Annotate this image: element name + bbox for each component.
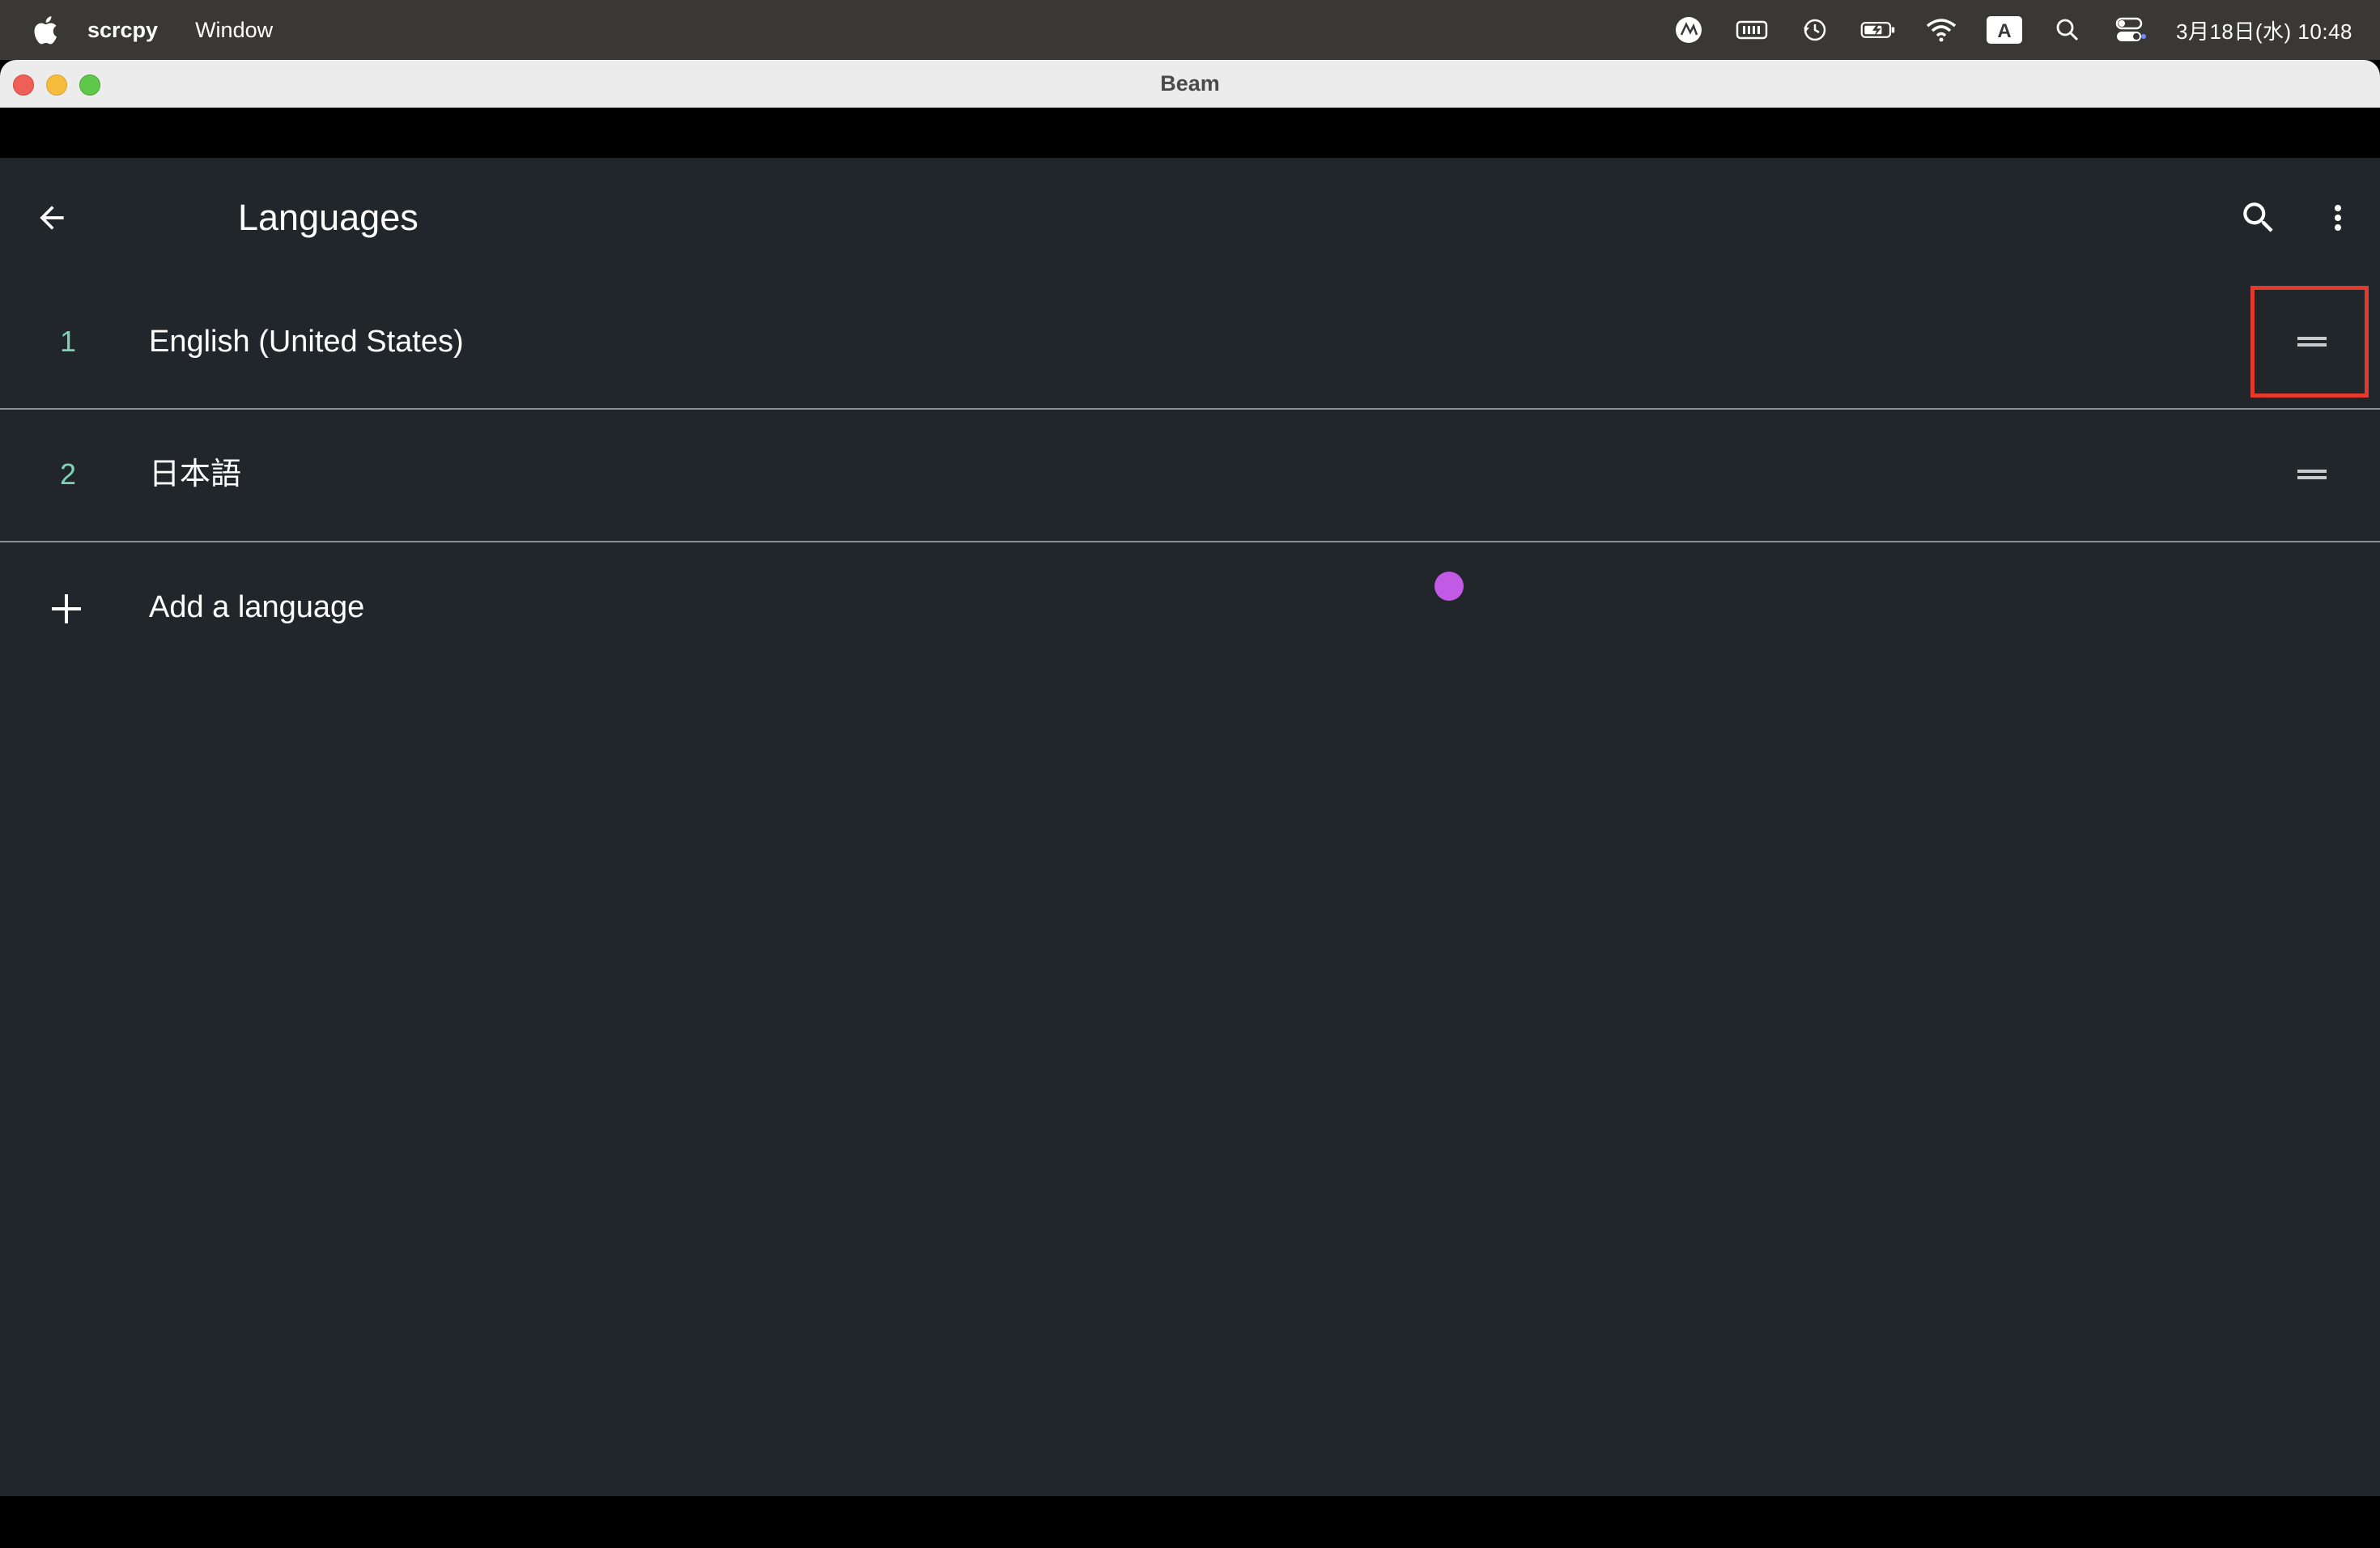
- close-window-button[interactable]: [13, 74, 34, 96]
- language-order-number: 1: [59, 325, 77, 358]
- search-icon: [2243, 202, 2273, 232]
- drag-handle[interactable]: [2291, 453, 2333, 495]
- macos-menu-bar: scrcpy Window A 3月18日(水) 10:48: [0, 0, 2380, 60]
- keyboard-brightness-icon[interactable]: [1734, 12, 1770, 48]
- menubar-clock[interactable]: 3月18日(水) 10:48: [2176, 15, 2352, 45]
- back-button[interactable]: [29, 195, 74, 240]
- menu-app-name[interactable]: scrcpy: [87, 18, 158, 43]
- wifi-icon[interactable]: [1923, 12, 1959, 48]
- more-vert-icon: [2335, 205, 2341, 231]
- page-title: Languages: [238, 197, 419, 238]
- search-button[interactable]: [2236, 195, 2281, 240]
- status-bar-area: [0, 108, 2380, 158]
- touch-indicator: [1434, 572, 1464, 601]
- status-area: A 3月18日(水) 10:48: [1643, 0, 2352, 60]
- navigation-bar-area: [0, 1496, 2380, 1548]
- window-titlebar[interactable]: Beam: [0, 60, 2380, 108]
- window-title: Beam: [1160, 70, 1220, 96]
- input-source-icon[interactable]: A: [1987, 12, 2023, 48]
- input-source-label: A: [1997, 20, 2011, 42]
- app-bar: Languages: [0, 158, 2380, 277]
- spotlight-search-icon[interactable]: [2050, 12, 2085, 48]
- arrow-back-icon: [40, 206, 64, 230]
- language-list-item[interactable]: 1 English (United States): [0, 277, 2380, 410]
- battery-charging-icon[interactable]: [1860, 12, 1896, 48]
- user-accessibility-icon[interactable]: [1671, 12, 1706, 48]
- add-icon: [45, 588, 87, 630]
- add-language-button[interactable]: Add a language: [0, 542, 2380, 675]
- drag-handle-icon: [2297, 470, 2327, 479]
- time-machine-icon[interactable]: [1797, 12, 1833, 48]
- window-controls: [13, 74, 100, 96]
- languages-screen: Languages 1 English (United States) 2 日本…: [0, 158, 2380, 1496]
- apple-menu-icon[interactable]: [31, 14, 58, 46]
- add-language-label: Add a language: [149, 590, 365, 624]
- highlight-box: [2250, 286, 2369, 398]
- language-name: 日本語: [149, 457, 242, 491]
- control-center-icon[interactable]: [2113, 12, 2148, 48]
- more-options-button[interactable]: [2317, 195, 2359, 240]
- menu-window[interactable]: Window: [195, 18, 273, 43]
- language-order-number: 2: [59, 457, 77, 491]
- minimize-window-button[interactable]: [46, 74, 67, 96]
- language-name: English (United States): [149, 325, 464, 359]
- zoom-window-button[interactable]: [79, 74, 100, 96]
- language-list-item[interactable]: 2 日本語: [0, 410, 2380, 542]
